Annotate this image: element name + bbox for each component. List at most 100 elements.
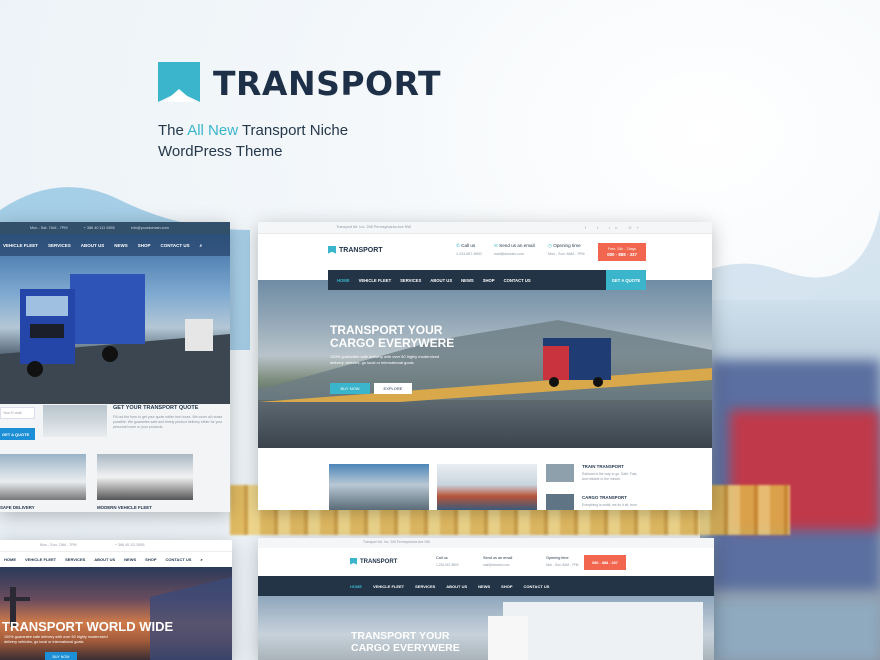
email-title: Send us an email bbox=[499, 243, 535, 248]
cargo-thumb bbox=[546, 494, 574, 510]
hero-title-line1: TRANSPORT YOUR bbox=[351, 630, 450, 642]
hours-title: Opening time bbox=[553, 243, 581, 248]
buy-now-button[interactable]: BUY NOW bbox=[45, 652, 77, 660]
nav-services[interactable]: SERVICES bbox=[65, 557, 85, 562]
email-field[interactable]: Your E-mail bbox=[0, 407, 35, 419]
call-info: ✆ Call us 1-234-567-8900 bbox=[456, 243, 482, 256]
nav-vehicle-fleet[interactable]: VEHICLE FLEET bbox=[373, 584, 404, 589]
nav-shop[interactable]: SHOP bbox=[138, 243, 151, 248]
warehouse-image bbox=[329, 464, 429, 510]
nav-about[interactable]: ABOUT US bbox=[430, 278, 452, 283]
nav-vehicle-fleet[interactable]: VEHICLE FLEET bbox=[359, 278, 392, 283]
nav-news[interactable]: NEWS bbox=[114, 243, 128, 248]
tagline: The All New Transport Niche WordPress Th… bbox=[158, 120, 418, 162]
topbar-email: info@yourdomain.com bbox=[130, 226, 169, 230]
email-address: mail@domain.com bbox=[483, 563, 510, 567]
nav-contact[interactable]: CONTACT US bbox=[504, 278, 531, 283]
hero-title: TRANSPORT WORLD WIDE bbox=[2, 619, 174, 634]
call-cta-button[interactable]: 080 - 888 - 337 bbox=[584, 555, 626, 570]
nav-vehicle-fleet[interactable]: VEHICLE FLEET bbox=[3, 243, 38, 248]
preview-bottom-left: Mon - Sun: 7AM - 7PM + 386 40 111 5555 H… bbox=[0, 540, 232, 660]
nav-about[interactable]: ABOUT US bbox=[81, 243, 105, 248]
nav-news[interactable]: NEWS bbox=[478, 584, 490, 589]
nav-contact[interactable]: CONTACT US bbox=[166, 557, 192, 562]
nav-services[interactable]: SERVICES bbox=[415, 584, 435, 589]
call-number: 1-234-567-8900 bbox=[436, 563, 459, 567]
nav-services[interactable]: SERVICES bbox=[400, 278, 421, 283]
service-title-train[interactable]: TRAIN TRANSPORT bbox=[582, 464, 624, 469]
hero-title: TRANSPORT YOUR CARGO EVERYWERE bbox=[351, 630, 501, 654]
buy-now-button[interactable]: BUY NOW bbox=[330, 383, 370, 394]
transport-logo-icon bbox=[328, 246, 336, 254]
nav-news[interactable]: NEWS bbox=[124, 557, 136, 562]
nav-about[interactable]: ABOUT US bbox=[94, 557, 115, 562]
service-desc-train: Railroad is the way to go. Safe, Fast, a… bbox=[582, 472, 638, 481]
address: Transport ltd. Inc. 208 Pennsylvania Ave… bbox=[336, 225, 412, 229]
email-address: mail@domain.com bbox=[494, 252, 524, 256]
call-cta-button[interactable]: Free, 24h - 7days 080 - 888 - 337 bbox=[598, 243, 646, 261]
nav-services[interactable]: SERVICES bbox=[48, 243, 71, 248]
hours-title: Opening time bbox=[546, 556, 569, 560]
search-icon[interactable]: ⌕ bbox=[200, 243, 203, 248]
nav-home[interactable]: HOME bbox=[350, 584, 362, 589]
search-icon[interactable]: ⌕ bbox=[200, 557, 202, 562]
header: TRANSPORT Call us 1-234-567-8900 Send us… bbox=[258, 548, 714, 576]
blurred-truck-background bbox=[700, 300, 880, 660]
email-info: Send us an email mail@domain.com bbox=[483, 556, 512, 567]
logo[interactable]: TRANSPORT bbox=[328, 246, 383, 254]
call-title: Call us bbox=[461, 243, 476, 248]
nav-shop[interactable]: SHOP bbox=[145, 557, 156, 562]
hero-subtitle: 100% guarantee safe delivery with over 5… bbox=[4, 635, 108, 644]
tagline-pre: The bbox=[158, 122, 188, 139]
navbar: VEHICLE FLEET SERVICES ABOUT US NEWS SHO… bbox=[0, 234, 230, 256]
navbar: HOME VEHICLE FLEET SERVICES ABOUT US NEW… bbox=[328, 270, 646, 290]
nav-home[interactable]: HOME bbox=[337, 278, 350, 283]
hero-title-line2: CARGO EVERYWERE bbox=[351, 642, 460, 654]
preview-bottom-right: Transport ltd. Inc. 208 Pennsylvania Ave… bbox=[258, 538, 714, 660]
topbar-hours: Mon - Sun: 7AM - 7PM bbox=[40, 543, 77, 547]
social-icons[interactable]: f t in G+ bbox=[585, 225, 644, 230]
hours-info: ◷ Opening time Mon - Sun: 8AM - 7PM bbox=[548, 243, 585, 256]
topbar: Mon - Sun: 7AM - 7PM + 386 40 111 5555 bbox=[0, 540, 232, 552]
preview-main: Transport ltd. Inc. 208 Pennsylvania Ave… bbox=[258, 222, 712, 510]
brand-header: TRANSPORT bbox=[158, 62, 441, 104]
quote-image bbox=[43, 405, 107, 437]
road bbox=[258, 402, 712, 448]
nav-news[interactable]: NEWS bbox=[461, 278, 474, 283]
hero-title-line2: CARGO EVERYWERE bbox=[330, 336, 455, 350]
nav-about[interactable]: ABOUT US bbox=[446, 584, 467, 589]
hours-value: Mon - Sun: 8AM - 7PM bbox=[548, 252, 585, 256]
topbar-phone: + 386 40 111 5555 bbox=[115, 543, 145, 547]
fleet-image bbox=[97, 454, 193, 500]
topbar: Mon - Sat: 7AM - 7PM + 386 40 111 5555 i… bbox=[0, 222, 230, 234]
hero-sunset-image bbox=[0, 567, 232, 660]
safe-delivery-image bbox=[0, 454, 86, 500]
nav-shop[interactable]: SHOP bbox=[483, 278, 495, 283]
navbar: HOME VEHICLE FLEET SERVICES ABOUT US NEW… bbox=[0, 552, 232, 567]
email-title: Send us an email bbox=[483, 556, 513, 560]
nav-contact[interactable]: CONTACT US bbox=[524, 584, 550, 589]
header: TRANSPORT ✆ Call us 1-234-567-8900 ✉ Sen… bbox=[258, 234, 712, 270]
nav-home[interactable]: HOME bbox=[4, 557, 16, 562]
quote-text: Fill out the form to get your quote with… bbox=[113, 415, 223, 429]
hero-subtitle: 100% guarantee safe delivery with over 5… bbox=[330, 354, 440, 365]
tagline-highlight: All New bbox=[187, 122, 239, 139]
brand-name: TRANSPORT bbox=[213, 63, 442, 103]
service-title-cargo[interactable]: CARGO TRANSPORT bbox=[582, 495, 627, 500]
nav-vehicle-fleet[interactable]: VEHICLE FLEET bbox=[25, 557, 56, 562]
port-illustration bbox=[4, 577, 232, 660]
explore-button[interactable]: EXPLORE bbox=[374, 383, 412, 394]
caption-safe-delivery: SAFE DELIVERY bbox=[0, 505, 35, 510]
tagline-line2: WordPress Theme bbox=[158, 143, 283, 160]
containers-image bbox=[437, 464, 537, 510]
get-quote-button[interactable]: GET A QUOTE bbox=[606, 270, 646, 290]
transport-logo-icon bbox=[158, 62, 200, 102]
hero-title: TRANSPORT YOUR CARGO EVERYWERE bbox=[330, 324, 500, 350]
caption-fleet: MODERN VEHICLE FLEET bbox=[97, 505, 152, 510]
nav-shop[interactable]: SHOP bbox=[501, 584, 512, 589]
nav-contact[interactable]: CONTACT US bbox=[160, 243, 189, 248]
get-quote-button[interactable]: GET A QUOTE bbox=[0, 428, 35, 440]
logo-text: TRANSPORT bbox=[360, 558, 398, 565]
address: Transport ltd. Inc. 208 Pennsylvania Ave… bbox=[363, 540, 431, 544]
logo[interactable]: TRANSPORT bbox=[350, 558, 397, 565]
